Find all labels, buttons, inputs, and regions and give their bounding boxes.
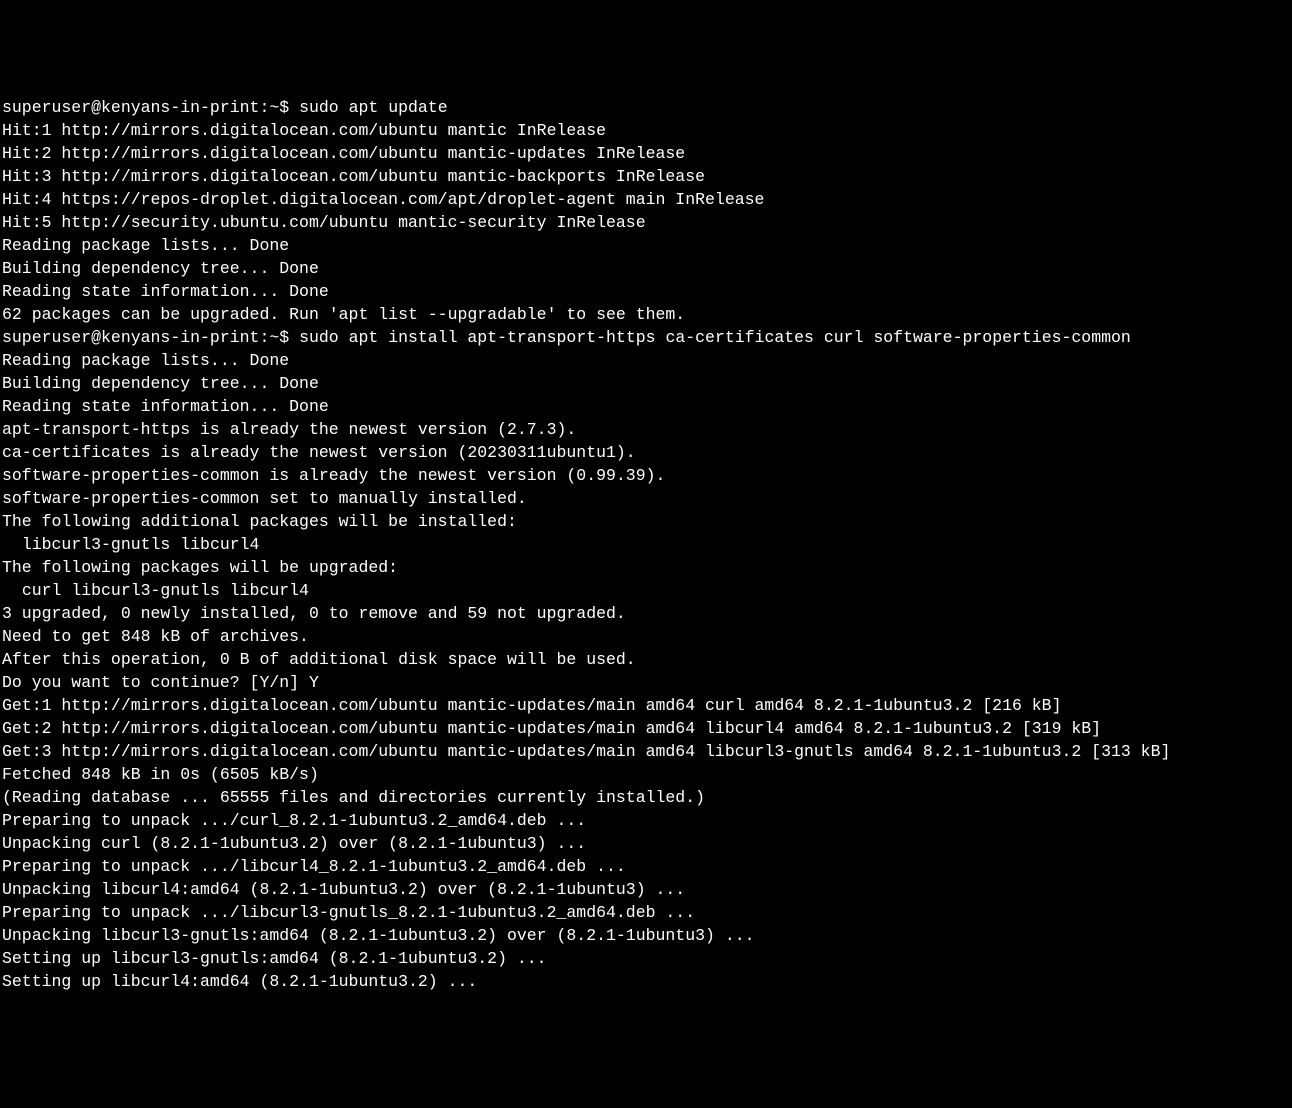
prompt-path: ~ <box>269 98 279 117</box>
prompt-user-host: superuser@kenyans-in-print <box>2 98 259 117</box>
output-line: Get:1 http://mirrors.digitalocean.com/ub… <box>2 694 1290 717</box>
output-line: Reading state information... Done <box>2 280 1290 303</box>
output-line: libcurl3-gnutls libcurl4 <box>2 533 1290 556</box>
output-line: Reading package lists... Done <box>2 234 1290 257</box>
prompt-path: ~ <box>269 328 279 347</box>
output-line: Hit:1 http://mirrors.digitalocean.com/ub… <box>2 119 1290 142</box>
output-line: Unpacking libcurl4:amd64 (8.2.1-1ubuntu3… <box>2 878 1290 901</box>
output-line: Fetched 848 kB in 0s (6505 kB/s) <box>2 763 1290 786</box>
output-line: Preparing to unpack .../libcurl3-gnutls_… <box>2 901 1290 924</box>
output-line: Unpacking curl (8.2.1-1ubuntu3.2) over (… <box>2 832 1290 855</box>
output-line: Hit:3 http://mirrors.digitalocean.com/ub… <box>2 165 1290 188</box>
output-line: curl libcurl3-gnutls libcurl4 <box>2 579 1290 602</box>
prompt-dollar: $ <box>279 328 299 347</box>
output-line: Setting up libcurl3-gnutls:amd64 (8.2.1-… <box>2 947 1290 970</box>
output-line: Building dependency tree... Done <box>2 257 1290 280</box>
output-line: Do you want to continue? [Y/n] Y <box>2 671 1290 694</box>
output-line: Preparing to unpack .../curl_8.2.1-1ubun… <box>2 809 1290 832</box>
prompt-user-host: superuser@kenyans-in-print <box>2 328 259 347</box>
output-line: After this operation, 0 B of additional … <box>2 648 1290 671</box>
output-line: Preparing to unpack .../libcurl4_8.2.1-1… <box>2 855 1290 878</box>
output-line: Hit:2 http://mirrors.digitalocean.com/ub… <box>2 142 1290 165</box>
command-2: sudo apt install apt-transport-https ca-… <box>299 328 1131 347</box>
prompt-sep: : <box>259 98 269 117</box>
output-line: The following additional packages will b… <box>2 510 1290 533</box>
prompt-sep: : <box>259 328 269 347</box>
output-line: Reading package lists... Done <box>2 349 1290 372</box>
output-line: Building dependency tree... Done <box>2 372 1290 395</box>
prompt-dollar: $ <box>279 98 299 117</box>
output-line: ca-certificates is already the newest ve… <box>2 441 1290 464</box>
output-line: Need to get 848 kB of archives. <box>2 625 1290 648</box>
output-line: 62 packages can be upgraded. Run 'apt li… <box>2 303 1290 326</box>
output-line: apt-transport-https is already the newes… <box>2 418 1290 441</box>
command-1: sudo apt update <box>299 98 448 117</box>
output-line: software-properties-common is already th… <box>2 464 1290 487</box>
output-line: Unpacking libcurl3-gnutls:amd64 (8.2.1-1… <box>2 924 1290 947</box>
output-line: (Reading database ... 65555 files and di… <box>2 786 1290 809</box>
output-line: Hit:4 https://repos-droplet.digitalocean… <box>2 188 1290 211</box>
output-line: 3 upgraded, 0 newly installed, 0 to remo… <box>2 602 1290 625</box>
output-line: Get:3 http://mirrors.digitalocean.com/ub… <box>2 740 1290 763</box>
prompt-line-1: superuser@kenyans-in-print:~$ sudo apt u… <box>2 96 1290 119</box>
prompt-line-2: superuser@kenyans-in-print:~$ sudo apt i… <box>2 326 1290 349</box>
output-line: software-properties-common set to manual… <box>2 487 1290 510</box>
output-line: Get:2 http://mirrors.digitalocean.com/ub… <box>2 717 1290 740</box>
output-line: Reading state information... Done <box>2 395 1290 418</box>
terminal-output[interactable]: superuser@kenyans-in-print:~$ sudo apt u… <box>2 96 1290 993</box>
output-line: Hit:5 http://security.ubuntu.com/ubuntu … <box>2 211 1290 234</box>
output-line: Setting up libcurl4:amd64 (8.2.1-1ubuntu… <box>2 970 1290 993</box>
output-line: The following packages will be upgraded: <box>2 556 1290 579</box>
